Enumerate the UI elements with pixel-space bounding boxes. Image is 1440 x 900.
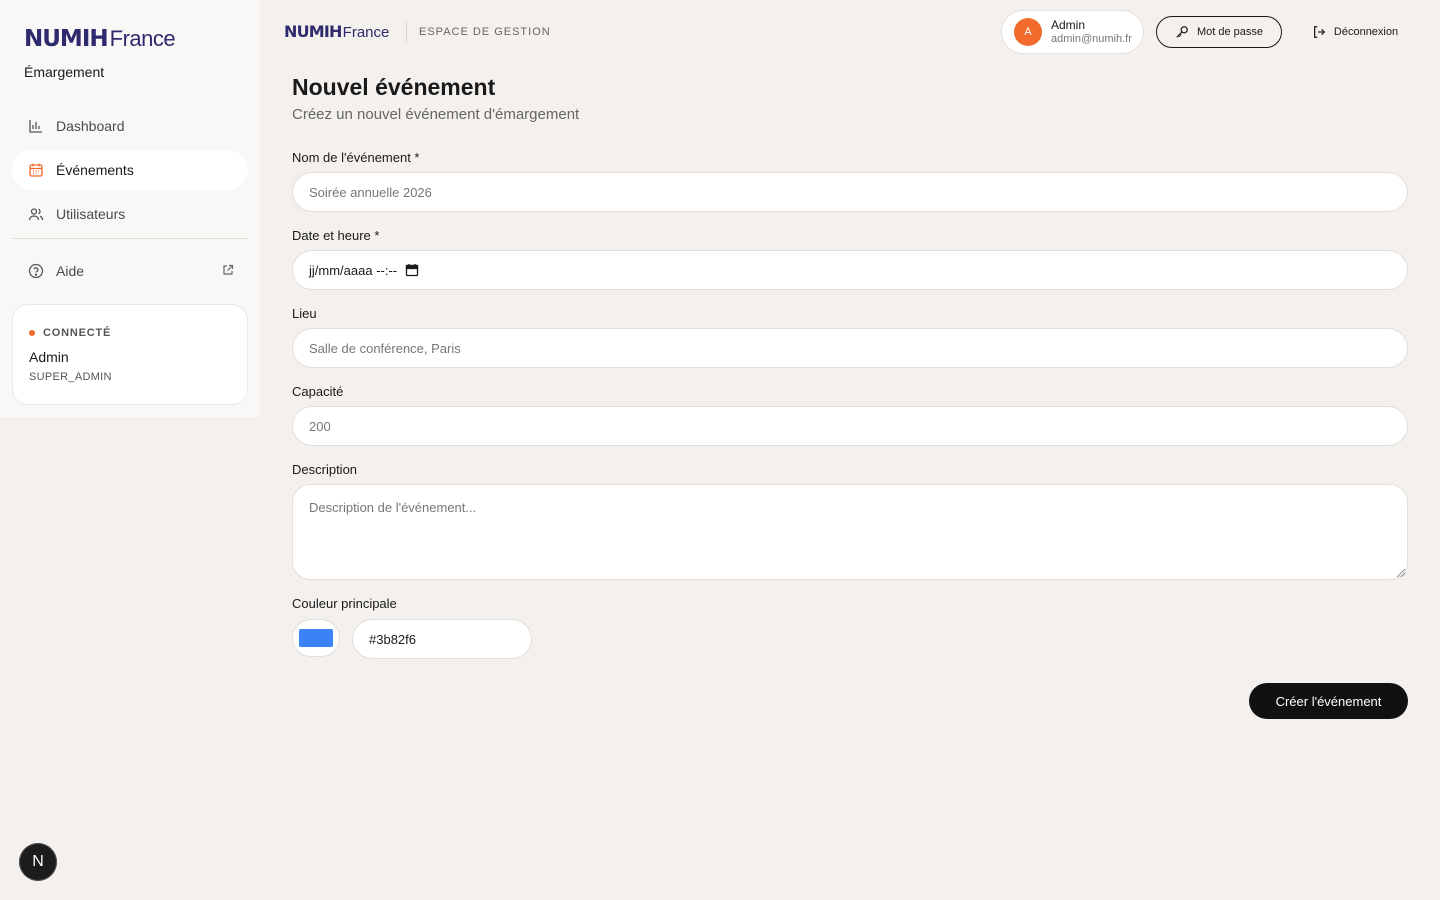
calendar-icon xyxy=(28,162,44,178)
sidebar-item-label: Événements xyxy=(56,162,134,178)
sidebar-item-utilisateurs[interactable]: Utilisateurs xyxy=(12,194,248,234)
event-name-label: Nom de l'événement * xyxy=(292,150,420,165)
session-status-card: CONNECTÉ Admin SUPER_ADMIN xyxy=(12,304,248,405)
avatar: A xyxy=(1014,18,1042,46)
logo-brand: NUMIH xyxy=(24,26,109,52)
color-label: Couleur principale xyxy=(292,596,397,611)
location-input[interactable]: Salle de conférence, Paris xyxy=(292,328,1408,368)
app-name: Émargement xyxy=(24,64,105,80)
logo-country: France xyxy=(109,26,176,51)
sidebar-nav: Dashboard Événements Utilisateurs Aide xyxy=(12,106,248,295)
status-user-name: Admin xyxy=(29,349,69,365)
description-textarea[interactable]: Description de l'événement... xyxy=(292,484,1408,580)
logout-button-label: Déconnexion xyxy=(1333,26,1399,38)
external-link-icon xyxy=(222,263,234,279)
datetime-placeholder: jj/mm/aaaa --:-- xyxy=(309,262,398,278)
location-placeholder: Salle de conférence, Paris xyxy=(309,340,461,356)
status-dot xyxy=(29,330,35,336)
topbar-logo-brand: NUMIH xyxy=(284,22,342,41)
topbar-logo[interactable]: NUMIH France xyxy=(284,22,389,41)
page-subtitle: Créez un nouvel événement d'émargement xyxy=(292,106,580,123)
password-button-label: Mot de passe xyxy=(1196,26,1264,38)
user-email: admin@numih.fr xyxy=(1051,32,1132,45)
topbar-logo-country: France xyxy=(342,24,390,41)
location-label: Lieu xyxy=(292,306,317,321)
status-user-role: SUPER_ADMIN xyxy=(29,371,112,383)
help-circle-icon xyxy=(28,263,44,279)
datetime-label: Date et heure * xyxy=(292,228,380,243)
sidebar-item-dashboard[interactable]: Dashboard xyxy=(12,106,248,146)
user-name: Admin xyxy=(1051,18,1086,33)
sidebar-logo[interactable]: NUMIH France xyxy=(24,26,176,52)
description-label: Description xyxy=(292,462,358,477)
badge-letter: N xyxy=(32,853,44,870)
topbar-section-label: ESPACE DE GESTION xyxy=(419,26,551,38)
description-placeholder: Description de l'événement... xyxy=(309,500,477,515)
topbar-separator xyxy=(406,21,407,43)
color-picker-button[interactable] xyxy=(292,619,340,657)
datetime-input[interactable]: jj/mm/aaaa --:-- xyxy=(292,250,1408,290)
users-icon xyxy=(28,206,44,222)
create-event-button-label: Créer l'événement xyxy=(1275,693,1382,709)
create-event-button[interactable]: Créer l'événement xyxy=(1249,683,1408,719)
logout-icon xyxy=(1312,25,1326,39)
sidebar-item-aide[interactable]: Aide xyxy=(12,251,248,291)
dev-tools-badge[interactable]: N xyxy=(19,843,57,881)
resize-handle-icon[interactable] xyxy=(1397,569,1405,577)
sidebar-item-evenements[interactable]: Événements xyxy=(12,150,248,190)
sidebar-item-label: Utilisateurs xyxy=(56,206,126,222)
sidebar-item-label: Dashboard xyxy=(56,118,125,134)
user-chip[interactable]: A Admin admin@numih.fr xyxy=(1001,10,1144,54)
calendar-picker-icon[interactable] xyxy=(405,263,419,277)
color-hex-input[interactable]: #3b82f6 xyxy=(352,619,532,659)
sidebar-item-label: Aide xyxy=(56,263,85,279)
color-hex-value: #3b82f6 xyxy=(369,631,416,647)
sidebar: NUMIH France Émargement Dashboard Événem… xyxy=(0,0,260,417)
status-label: CONNECTÉ xyxy=(43,327,112,339)
key-icon xyxy=(1175,25,1189,39)
capacity-input[interactable]: 200 xyxy=(292,406,1408,446)
page-title: Nouvel événement xyxy=(292,74,496,100)
logout-button[interactable]: Déconnexion xyxy=(1300,16,1410,48)
capacity-placeholder: 200 xyxy=(309,418,331,434)
password-button[interactable]: Mot de passe xyxy=(1156,16,1282,48)
nav-divider xyxy=(12,238,248,239)
event-name-input[interactable]: Soirée annuelle 2026 xyxy=(292,172,1408,212)
bar-chart-icon xyxy=(28,118,44,134)
color-swatch xyxy=(299,629,333,647)
capacity-label: Capacité xyxy=(292,384,344,399)
event-name-placeholder: Soirée annuelle 2026 xyxy=(309,184,432,200)
